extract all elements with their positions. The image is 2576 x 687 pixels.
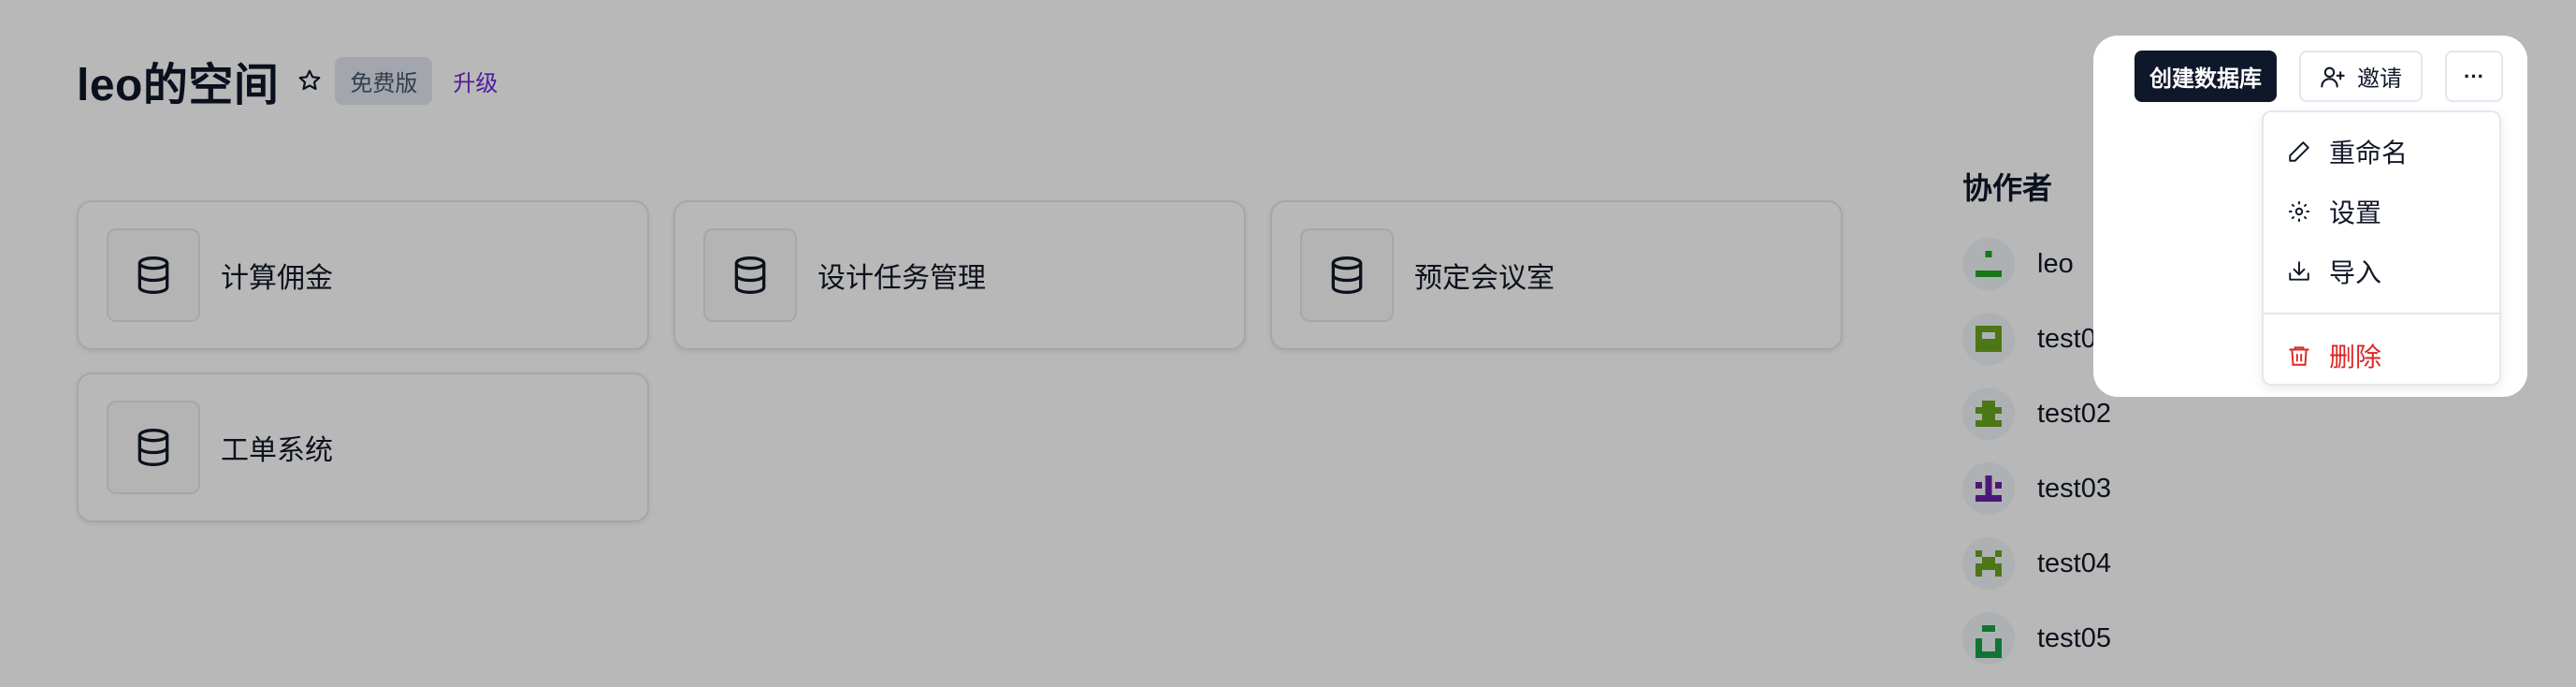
collaborator-item: test04	[1962, 537, 2111, 590]
collaborator-item: test05	[1962, 612, 2111, 665]
avatar	[1962, 238, 2015, 290]
avatar	[1962, 612, 2015, 665]
workspace-header: leo的空间 免费版 升级	[77, 51, 498, 110]
collaborator-name: test02	[2037, 398, 2111, 429]
database-icon	[703, 228, 797, 322]
trash-icon	[2286, 343, 2312, 369]
menu-item-label: 重命名	[2329, 139, 2409, 168]
more-options-button[interactable]: ···	[2445, 51, 2503, 102]
avatar	[1962, 462, 2015, 515]
avatar	[1962, 387, 2015, 440]
collaborators-title: 协作者	[1962, 171, 2053, 205]
menu-divider	[2264, 313, 2499, 314]
menu-item-import[interactable]: 导入	[2264, 241, 2499, 301]
invite-button[interactable]: 邀请	[2299, 51, 2423, 102]
collaborator-item: test02	[1962, 387, 2111, 440]
menu-item-rename[interactable]: 重命名	[2264, 122, 2499, 182]
database-card-label: 计算佣金	[221, 263, 333, 294]
database-card[interactable]: 工单系统	[77, 373, 649, 522]
database-icon	[107, 401, 200, 494]
database-card-label: 工单系统	[221, 435, 333, 466]
collaborator-name: leo	[2037, 248, 2074, 279]
menu-item-settings[interactable]: 设置	[2264, 182, 2499, 241]
menu-item-delete[interactable]: 删除	[2264, 326, 2499, 386]
import-icon	[2286, 258, 2312, 285]
database-icon	[1300, 228, 1394, 322]
workspace-page: leo的空间 免费版 升级 计算佣金 设计任务管理 预定会议室 工单系统 协作者	[0, 0, 2576, 687]
database-icon	[107, 228, 200, 322]
collaborator-item: test01	[1962, 313, 2111, 365]
page-title: leo的空间	[77, 61, 280, 110]
avatar	[1962, 537, 2015, 590]
database-card-label: 预定会议室	[1414, 263, 1555, 294]
database-card-label: 设计任务管理	[818, 263, 986, 294]
star-icon[interactable]	[296, 66, 324, 95]
plan-badge: 免费版	[335, 56, 433, 105]
avatar	[1962, 313, 2015, 365]
pencil-icon	[2286, 139, 2312, 165]
collaborator-name: test04	[2037, 548, 2111, 578]
database-card[interactable]: 预定会议室	[1270, 200, 1843, 350]
database-card[interactable]: 计算佣金	[77, 200, 649, 350]
workspace-menu: 重命名 设置 导入 删除	[2262, 110, 2501, 386]
menu-item-label: 设置	[2329, 198, 2382, 227]
invite-label: 邀请	[2357, 66, 2402, 92]
menu-item-label: 导入	[2329, 258, 2382, 287]
database-card[interactable]: 设计任务管理	[673, 200, 1246, 350]
collaborator-item: test03	[1962, 462, 2111, 515]
create-database-button[interactable]: 创建数据库	[2135, 51, 2277, 102]
upgrade-link[interactable]: 升级	[453, 65, 498, 97]
collaborator-item: leo	[1962, 238, 2074, 290]
menu-item-label: 删除	[2329, 343, 2382, 372]
gear-icon	[2286, 198, 2312, 225]
user-plus-icon	[2320, 64, 2346, 90]
collaborator-name: test03	[2037, 473, 2111, 504]
collaborator-name: test05	[2037, 622, 2111, 653]
